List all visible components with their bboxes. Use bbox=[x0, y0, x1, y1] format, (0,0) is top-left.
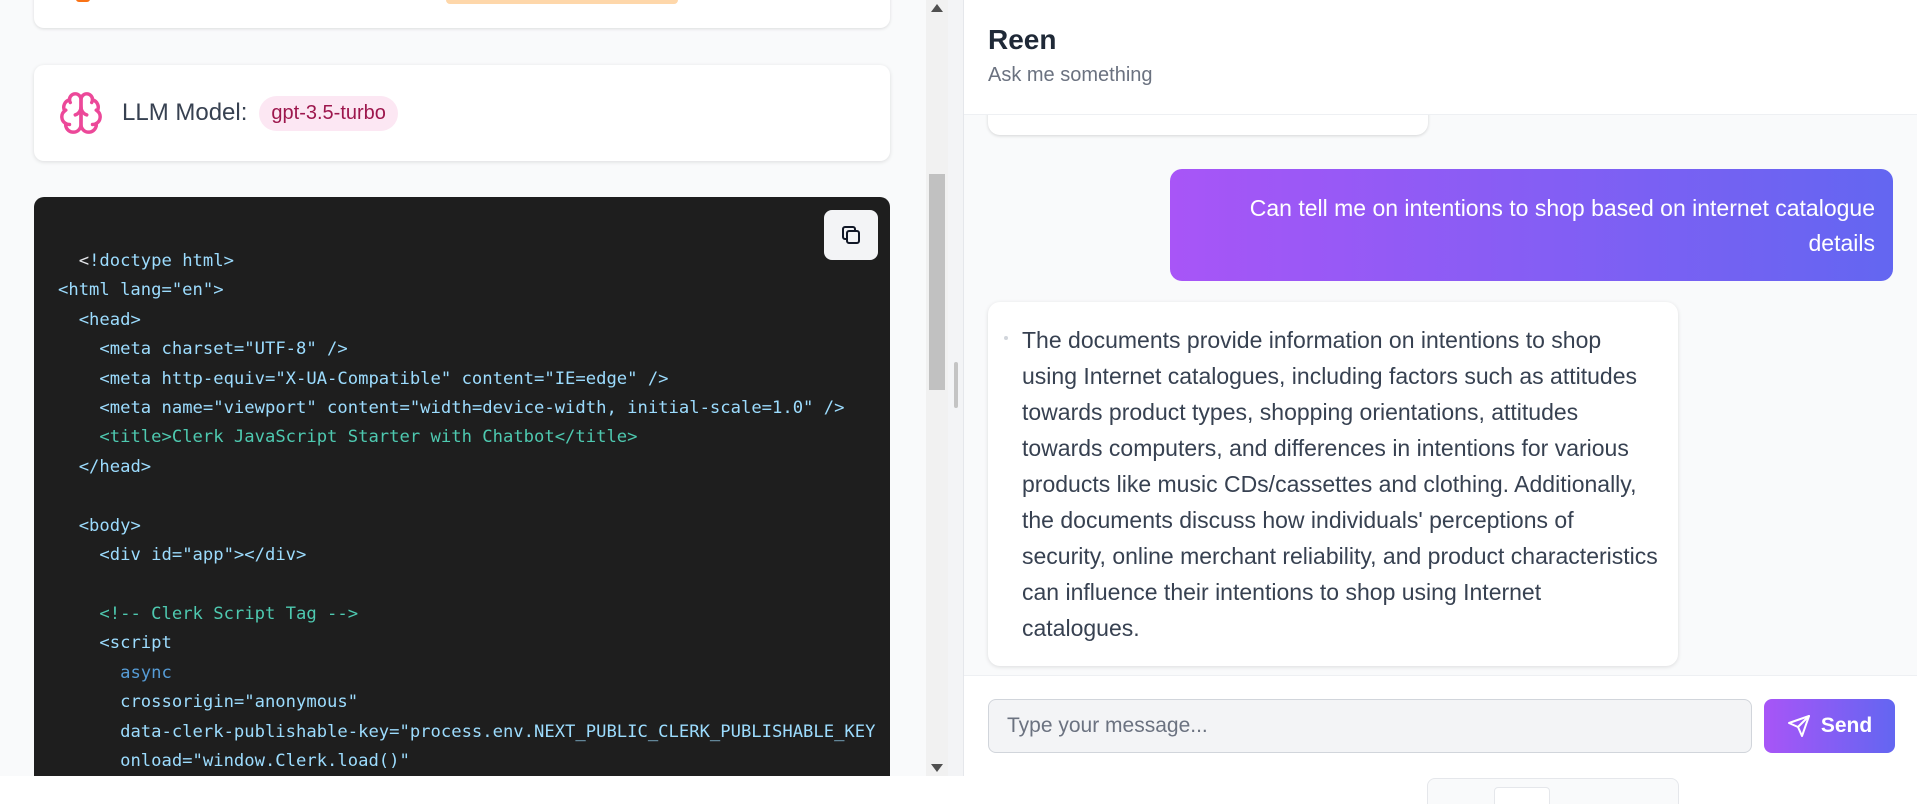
code-line: <script bbox=[99, 633, 172, 654]
scrollbar-thumb[interactable] bbox=[929, 174, 945, 390]
brain-icon bbox=[60, 92, 102, 134]
code-line: <!-- Clerk Script Tag --> bbox=[99, 603, 359, 624]
scroll-up-arrow-icon[interactable] bbox=[931, 4, 943, 12]
chat-header: Reen Ask me something bbox=[964, 0, 1917, 115]
assistant-message: The documents provide information on int… bbox=[988, 302, 1678, 666]
send-button-label: Send bbox=[1820, 714, 1873, 737]
llm-model-card: LLM Model: gpt-3.5-turbo bbox=[34, 65, 890, 161]
chat-title: Reen bbox=[988, 24, 1057, 55]
code-line: <html lang="en"> bbox=[58, 280, 224, 301]
card-pill bbox=[446, 0, 678, 4]
copy-icon bbox=[842, 226, 860, 244]
bottom-tab-inner[interactable] bbox=[1494, 787, 1550, 804]
previous-message-bubble bbox=[988, 115, 1428, 135]
panel-splitter[interactable] bbox=[948, 0, 964, 776]
message-input[interactable] bbox=[988, 699, 1752, 753]
splitter-grip-icon[interactable] bbox=[954, 362, 958, 408]
code-line: <body> bbox=[78, 515, 141, 536]
code-line: <meta http-equiv="X-UA-Compatible" conte… bbox=[99, 368, 669, 389]
bottom-floating-tab[interactable] bbox=[1427, 778, 1679, 804]
code-line: <meta name="viewport" content="width=dev… bbox=[99, 398, 845, 419]
code-line: async bbox=[120, 662, 172, 683]
code-line: <head> bbox=[78, 309, 141, 330]
code-content: <!doctype html> <html lang="en"> <head> … bbox=[58, 251, 876, 771]
bullet-dot-icon bbox=[1004, 336, 1008, 340]
scroll-down-arrow-icon[interactable] bbox=[931, 764, 943, 772]
assistant-message-text: The documents provide information on int… bbox=[1022, 327, 1658, 641]
code-line: !doctype html> bbox=[89, 251, 234, 271]
code-block: <!doctype html> <html lang="en"> <head> … bbox=[34, 197, 890, 776]
message-composer: Send bbox=[964, 675, 1917, 776]
send-button[interactable]: Send bbox=[1764, 699, 1895, 753]
previous-card bbox=[34, 0, 890, 28]
card-accent bbox=[76, 0, 90, 2]
code-line: data-clerk-publishable-key="process.env.… bbox=[120, 721, 876, 742]
left-scrollbar[interactable] bbox=[926, 0, 948, 776]
code-line: <meta charset="UTF-8" /> bbox=[99, 339, 348, 360]
left-panel: LLM Model: gpt-3.5-turbo <!doctype html>… bbox=[0, 0, 926, 776]
code-line: </head> bbox=[78, 456, 152, 477]
llm-model-label: LLM Model: bbox=[122, 99, 248, 126]
llm-model-badge: gpt-3.5-turbo bbox=[259, 95, 398, 131]
code-line: onload="window.Clerk.load()" bbox=[120, 750, 410, 771]
code-line: crossorigin="anonymous" bbox=[120, 692, 359, 713]
chat-subtitle: Ask me something bbox=[988, 64, 1153, 86]
message-list[interactable]: Can tell me on intentions to shop based … bbox=[964, 115, 1917, 675]
chat-panel: Reen Ask me something Can tell me on int… bbox=[964, 0, 1917, 776]
send-icon bbox=[1787, 715, 1810, 737]
code-line: <div id="app"></div> bbox=[99, 545, 307, 566]
user-message: Can tell me on intentions to shop based … bbox=[1170, 169, 1893, 281]
code-line: <title>Clerk JavaScript Starter with Cha… bbox=[99, 427, 638, 448]
